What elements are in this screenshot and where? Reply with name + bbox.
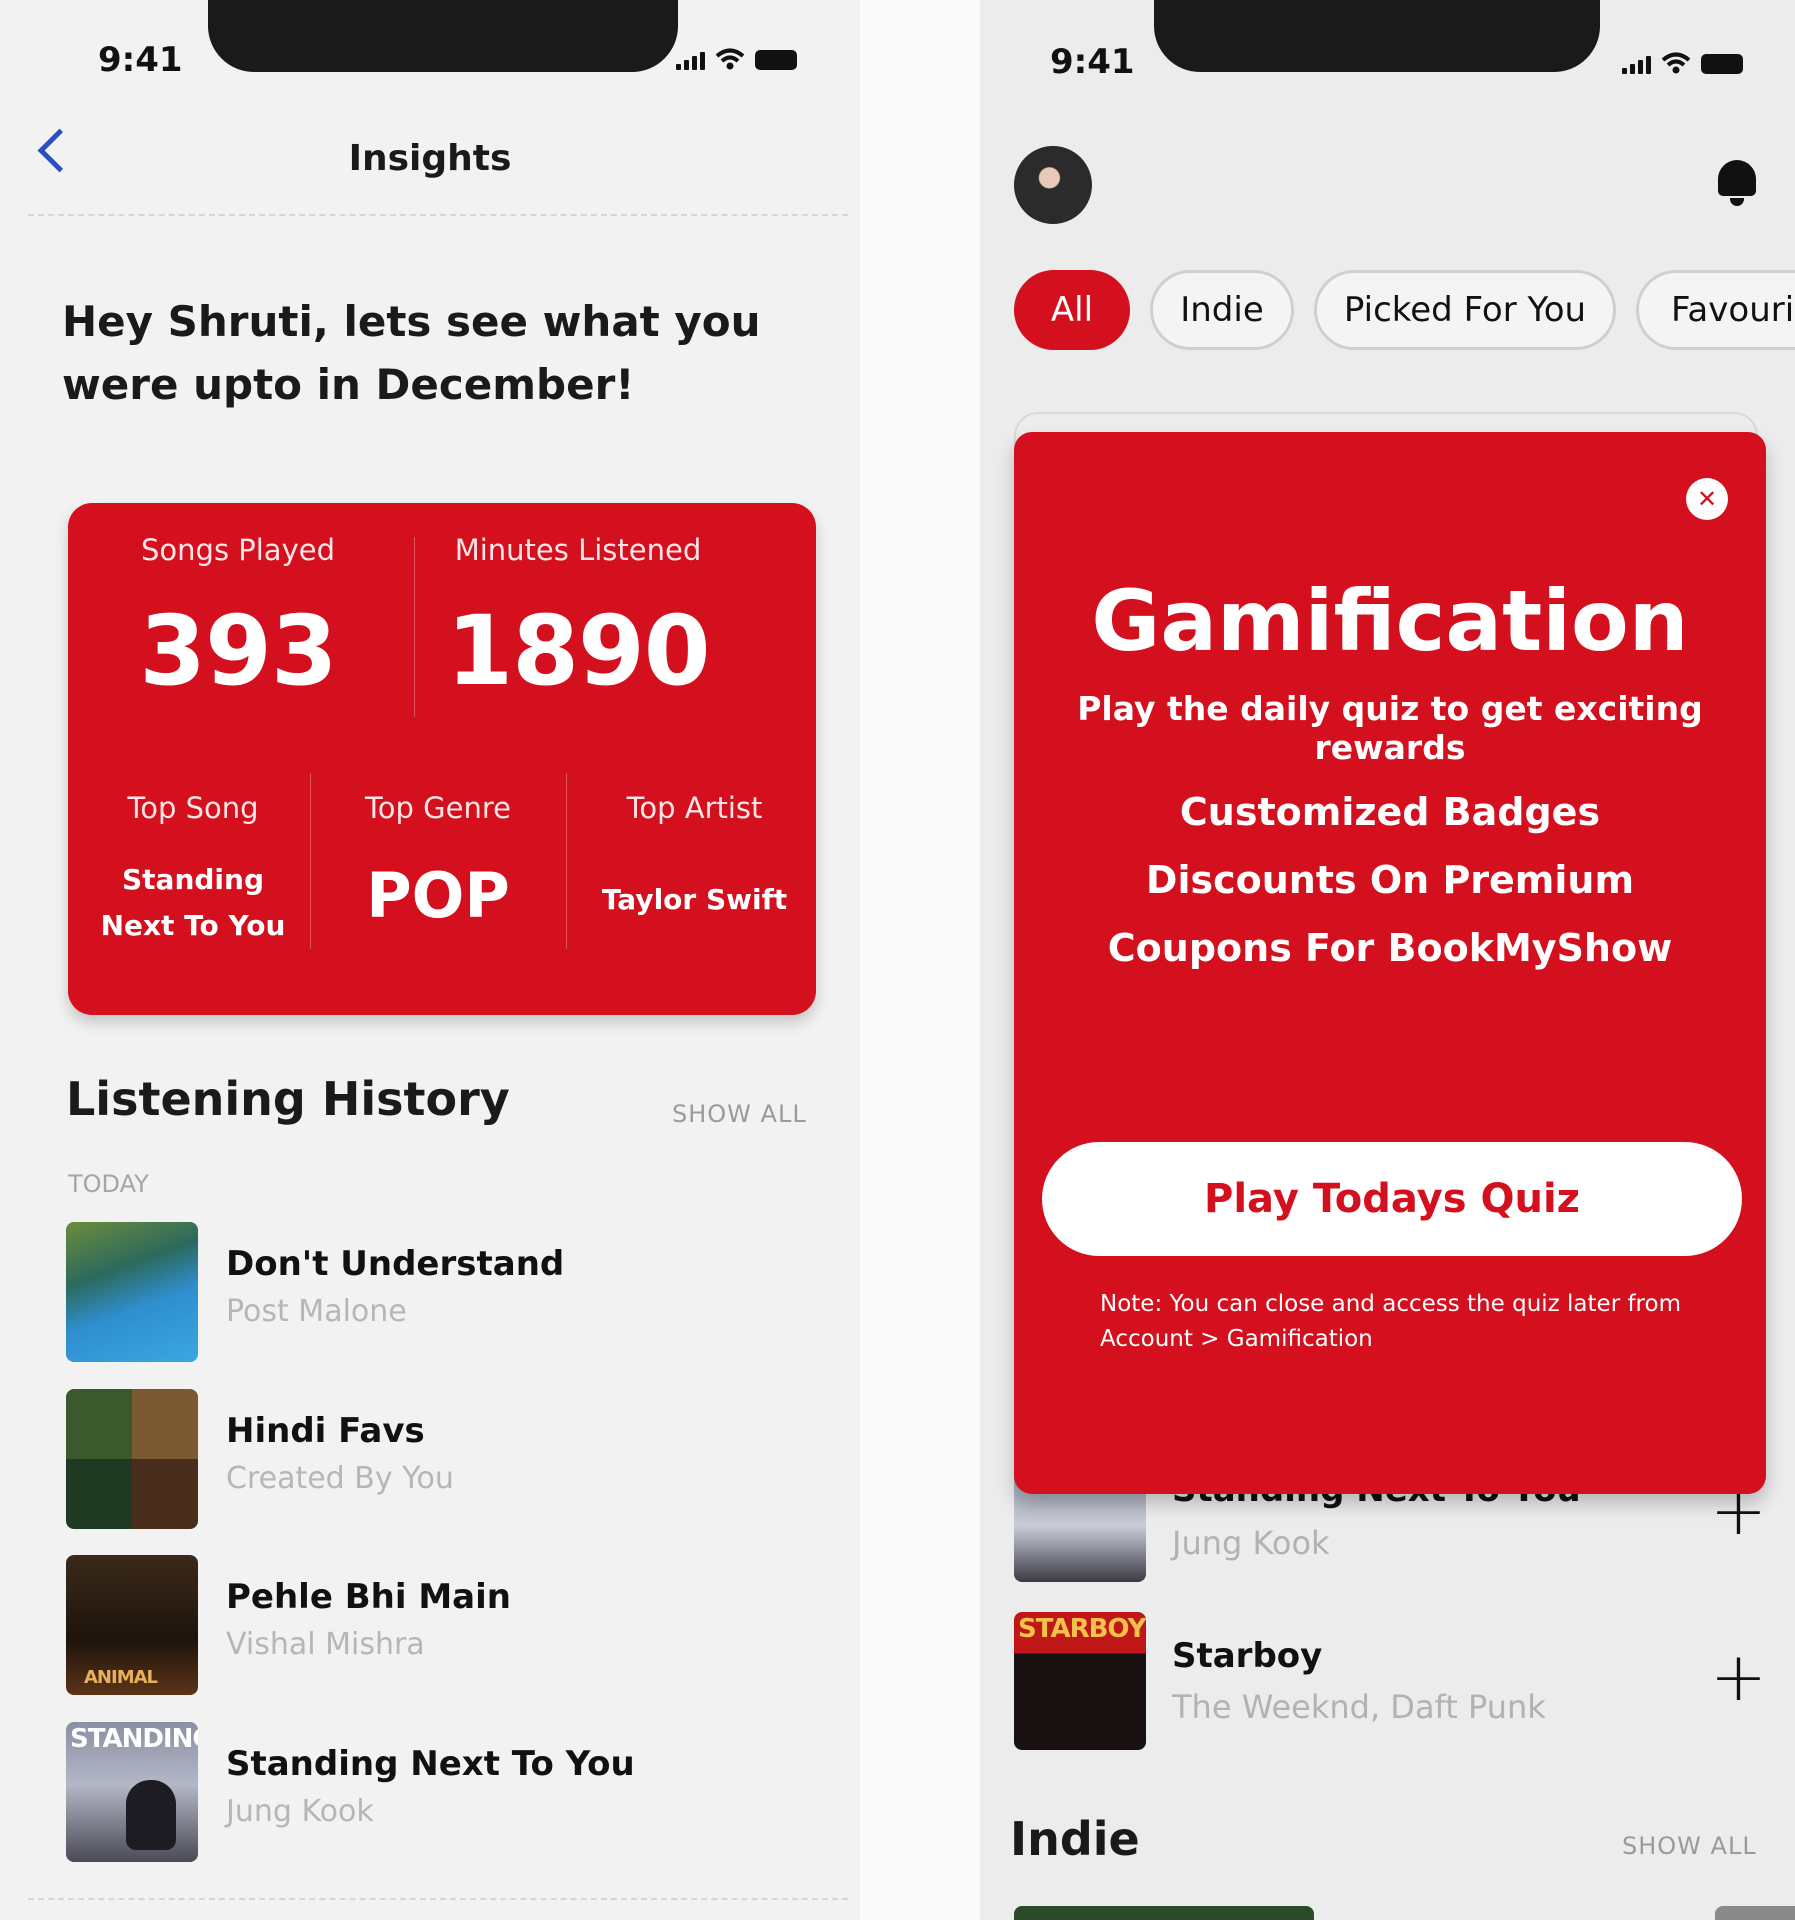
album-art-text: STARBOY xyxy=(1018,1614,1146,1644)
insights-stats-card: Songs Played 393 Minutes Listened 1890 T… xyxy=(68,503,816,1015)
top-artist-value: Taylor Swift xyxy=(601,883,788,916)
top-song-label: Top Song xyxy=(127,791,259,825)
chip-picked-for-you[interactable]: Picked For You xyxy=(1314,270,1616,350)
minutes-listened-label: Minutes Listened xyxy=(454,533,702,567)
album-art: STARBOY xyxy=(1014,1612,1146,1750)
track-artist: Post Malone xyxy=(226,1294,407,1329)
listening-history-title: Listening History xyxy=(66,1072,510,1126)
album-art-text: ANIMAL xyxy=(84,1667,158,1688)
perk-item: Discounts On Premium xyxy=(1145,858,1635,902)
avatar[interactable] xyxy=(1014,146,1092,224)
stats-separator xyxy=(566,773,567,949)
indie-section-title: Indie xyxy=(1010,1812,1140,1866)
status-time: 9:41 xyxy=(98,40,183,80)
status-time: 9:41 xyxy=(1050,42,1135,82)
plus-icon[interactable]: + xyxy=(1710,1644,1767,1712)
songs-played-label: Songs Played xyxy=(141,533,335,567)
modal-note: Note: You can close and access the quiz … xyxy=(1100,1291,1681,1352)
play-quiz-button[interactable]: Play Todays Quiz xyxy=(1042,1142,1742,1256)
status-icons xyxy=(676,48,797,70)
history-group-label: TODAY xyxy=(68,1170,149,1198)
wifi-icon xyxy=(1661,52,1691,74)
bottom-divider xyxy=(28,1898,848,1900)
show-all-link[interactable]: SHOW ALL xyxy=(1622,1832,1757,1860)
signal-icon xyxy=(1622,56,1651,74)
battery-icon xyxy=(755,50,797,70)
history-item[interactable]: Hindi Favs Created By You xyxy=(66,1389,846,1529)
chip-all[interactable]: All xyxy=(1014,270,1130,350)
header-divider xyxy=(28,214,848,216)
top-song-value: Standing Next To You xyxy=(100,863,286,942)
show-all-link[interactable]: SHOW ALL xyxy=(672,1100,807,1128)
close-icon[interactable]: ✕ xyxy=(1686,478,1728,520)
album-art-text: STANDING xyxy=(70,1724,198,1754)
chip-favourites[interactable]: Favourit xyxy=(1636,270,1795,350)
gamification-modal: ✕ Gamification Play the daily quiz to ge… xyxy=(1014,432,1766,1494)
perk-item: Customized Badges xyxy=(1179,790,1601,834)
wifi-icon xyxy=(715,48,745,70)
songs-played-value: 393 xyxy=(139,595,337,707)
card-peek xyxy=(1715,1906,1795,1920)
stats-separator xyxy=(310,773,311,949)
phone-notch xyxy=(208,0,678,72)
history-item[interactable]: STANDING Standing Next To You Jung Kook xyxy=(66,1722,846,1862)
track-artist: Created By You xyxy=(226,1461,454,1496)
track-artist: Vishal Mishra xyxy=(226,1627,425,1662)
track-title: Pehle Bhi Main xyxy=(226,1577,511,1617)
track-title: Don't Understand xyxy=(226,1244,565,1284)
history-item[interactable]: Don't Understand Post Malone xyxy=(66,1222,846,1362)
track-artist: Jung Kook xyxy=(1172,1524,1330,1562)
card-peek xyxy=(1014,1906,1314,1920)
screen-gutter xyxy=(860,0,980,1920)
status-icons xyxy=(1622,52,1743,74)
track-title: Hindi Favs xyxy=(226,1411,425,1451)
greeting-text: Hey Shruti, lets see what you were upto … xyxy=(62,297,761,409)
phone-notch xyxy=(1154,0,1600,72)
page-title: Insights xyxy=(348,138,512,179)
album-art xyxy=(66,1389,198,1529)
signal-icon xyxy=(676,52,705,70)
track-artist: The Weeknd, Daft Punk xyxy=(1172,1688,1546,1726)
top-genre-value: POP xyxy=(366,859,510,932)
home-screen: 9:41 All Indie Picked For You Favourit S… xyxy=(980,0,1795,1920)
chip-indie[interactable]: Indie xyxy=(1150,270,1294,350)
minutes-listened-value: 1890 xyxy=(446,595,710,707)
bell-icon[interactable] xyxy=(1718,160,1756,206)
album-art: STANDING xyxy=(66,1722,198,1862)
album-art: ANIMAL xyxy=(66,1555,198,1695)
modal-subtitle: Play the daily quiz to get exciting rewa… xyxy=(1077,689,1703,767)
track-artist: Jung Kook xyxy=(226,1794,374,1829)
modal-title: Gamification xyxy=(1091,572,1689,670)
track-title: Starboy xyxy=(1172,1636,1323,1676)
insights-screen: 9:41 Insights Hey Shruti, lets see what … xyxy=(0,0,860,1920)
top-artist-label: Top Artist xyxy=(626,791,763,825)
history-item[interactable]: ANIMAL Pehle Bhi Main Vishal Mishra xyxy=(66,1555,846,1695)
perk-item: Coupons For BookMyShow xyxy=(1107,926,1673,970)
track-title: Standing Next To You xyxy=(226,1744,635,1784)
album-art xyxy=(66,1222,198,1362)
top-genre-label: Top Genre xyxy=(365,791,511,825)
stats-separator xyxy=(414,537,415,717)
battery-icon xyxy=(1701,54,1743,74)
